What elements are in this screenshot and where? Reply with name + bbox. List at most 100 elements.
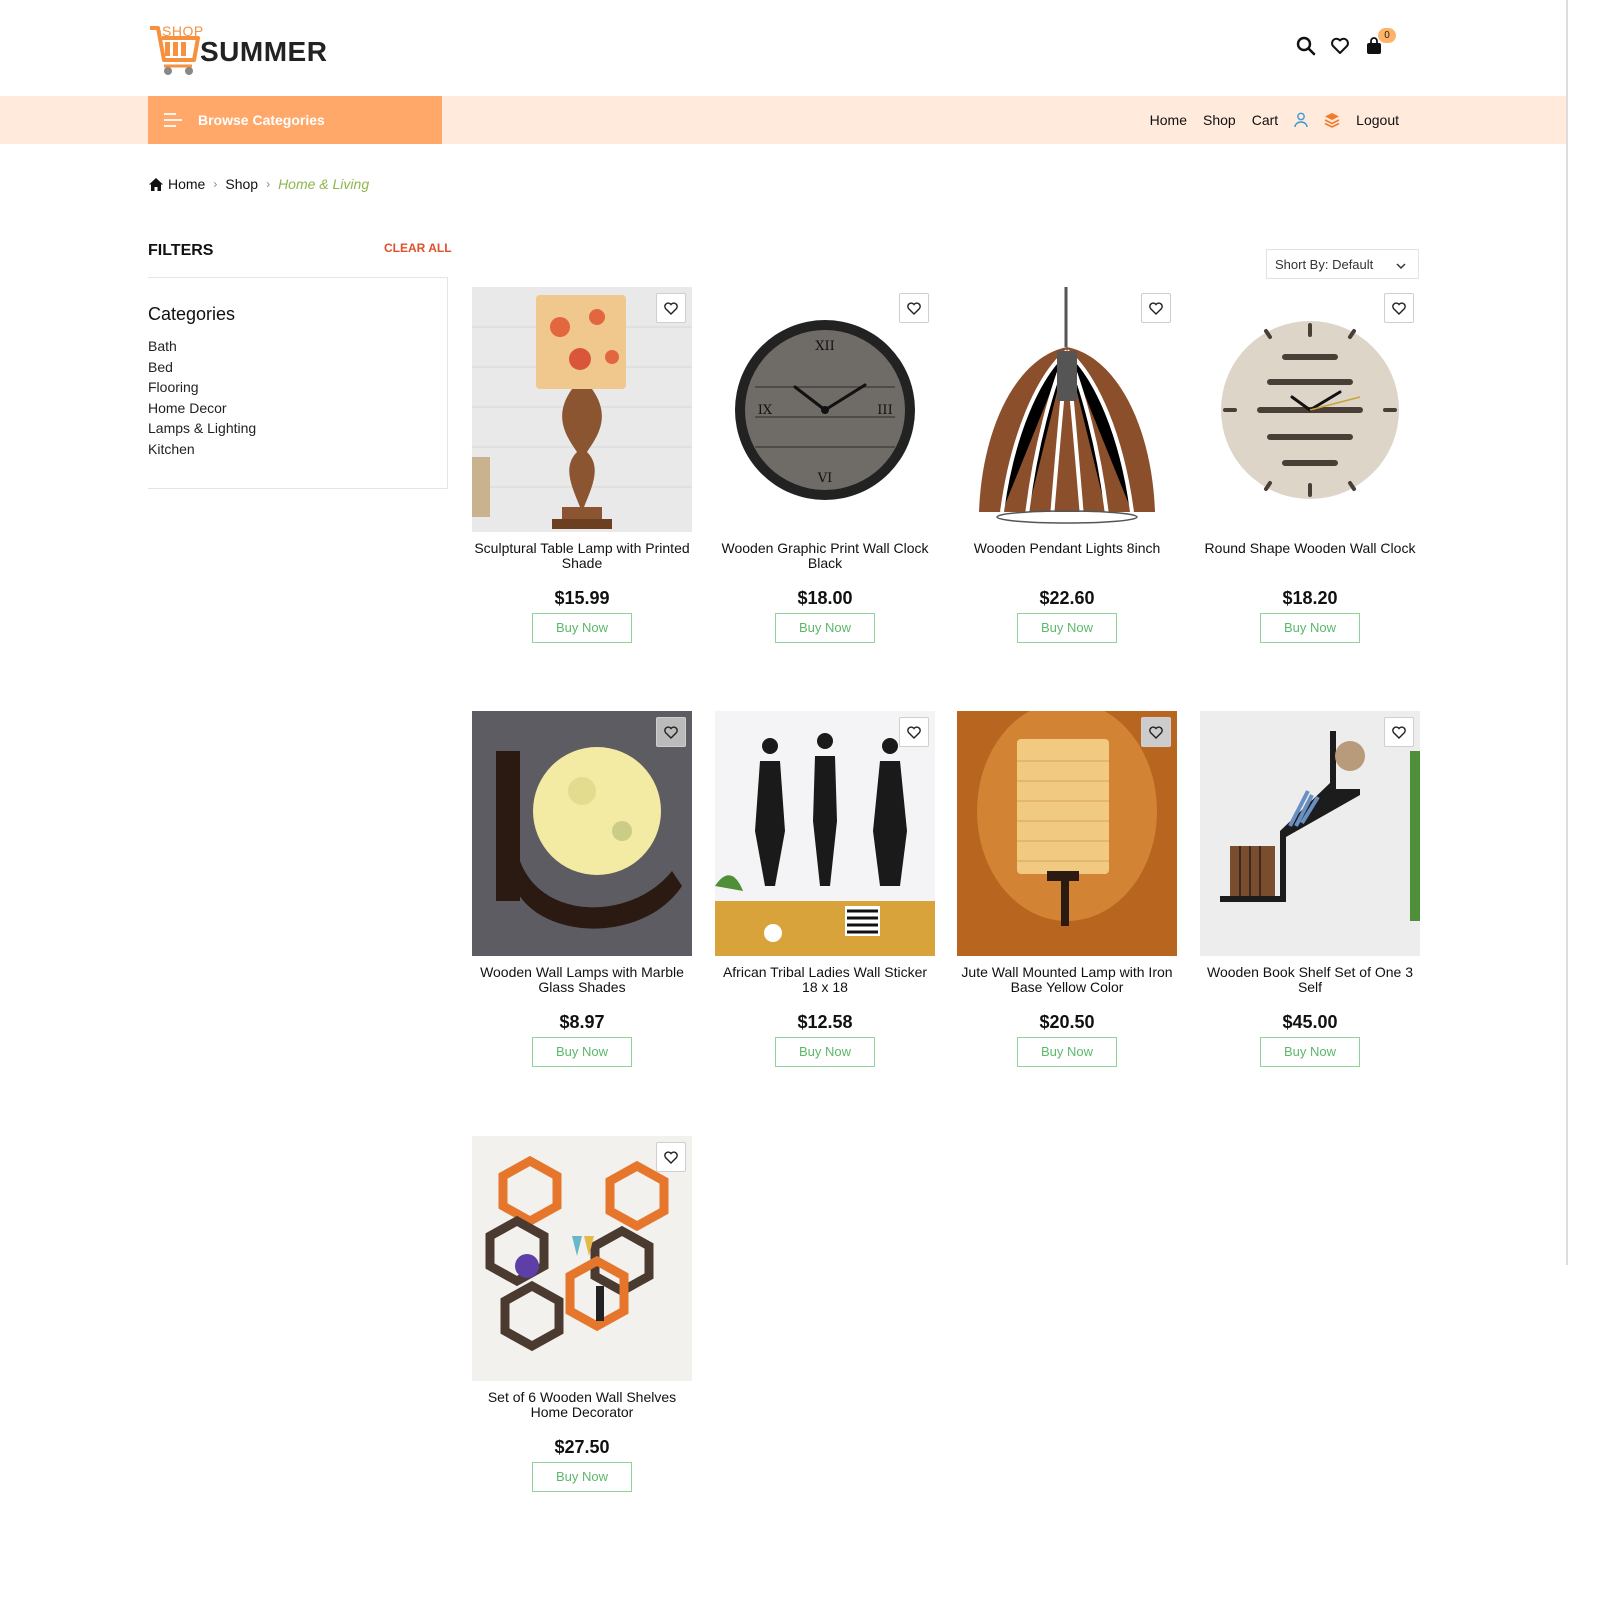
breadcrumb-home[interactable]: Home — [168, 176, 205, 192]
home-icon[interactable] — [148, 177, 164, 192]
product-card: XII III VI IX Wooden Graphic Print Wall Clo… — [715, 287, 935, 651]
product-image-marble-wall-lamp[interactable] — [472, 711, 692, 956]
svg-text:VI: VI — [817, 471, 833, 486]
breadcrumb-shop[interactable]: Shop — [225, 176, 258, 192]
product-card: Wooden Pendant Lights 8inch $22.60 Buy N… — [957, 287, 1177, 651]
product-name[interactable]: Set of 6 Wooden Wall Shelves Home Decora… — [472, 1390, 692, 1420]
heart-icon[interactable] — [899, 717, 929, 747]
shopping-cart-logo-icon: SHOP — [148, 22, 203, 76]
sort-label: Short By: Default — [1275, 256, 1374, 272]
logo-wordmark: SUMMER — [200, 36, 328, 67]
product-name[interactable]: Wooden Pendant Lights 8inch — [957, 541, 1177, 556]
product-price: $8.97 — [559, 1012, 605, 1032]
buy-now-button[interactable]: Buy Now — [1260, 613, 1360, 643]
product-image-graphic-wall-clock[interactable]: XII III VI IX — [715, 287, 935, 532]
scrollbar[interactable] — [1566, 0, 1568, 1265]
heart-icon[interactable] — [899, 293, 929, 323]
main-nav-bar: Browse Categories Home Shop Cart Logout — [0, 96, 1566, 144]
product-card: Wooden Book Shelf Set of One 3 Self $45.… — [1200, 711, 1420, 1075]
heart-icon[interactable] — [1384, 717, 1414, 747]
search-icon[interactable] — [1296, 36, 1316, 56]
logo[interactable]: SHOP SUMMER — [148, 20, 338, 76]
product-image-tribal-wall-sticker[interactable] — [715, 711, 935, 956]
user-icon[interactable] — [1294, 112, 1308, 128]
product-price: $15.99 — [554, 588, 610, 608]
product-image-book-shelf[interactable] — [1200, 711, 1420, 956]
heart-icon[interactable] — [1141, 717, 1171, 747]
nav-link-home[interactable]: Home — [1150, 112, 1187, 128]
product-image-table-lamp[interactable] — [472, 287, 692, 532]
category-item-flooring[interactable]: Flooring — [148, 377, 256, 398]
heart-icon[interactable] — [1141, 293, 1171, 323]
site-header: SHOP SUMMER 0 — [0, 0, 1566, 96]
product-price: $22.60 — [1039, 588, 1095, 608]
logo-shop-text: SHOP — [162, 23, 204, 39]
svg-text:XII: XII — [815, 339, 835, 354]
nav-link-shop[interactable]: Shop — [1203, 112, 1236, 128]
product-name[interactable]: Sculptural Table Lamp with Printed Shade — [472, 541, 692, 571]
categories-heading: Categories — [148, 304, 236, 324]
product-price: $18.20 — [1282, 588, 1338, 608]
product-card: African Tribal Ladies Wall Sticker 18 x … — [715, 711, 935, 1075]
category-list: Bath Bed Flooring Home Decor Lamps & Lig… — [148, 336, 256, 459]
chevron-right-icon: › — [213, 177, 218, 191]
category-item-lamps-lighting[interactable]: Lamps & Lighting — [148, 418, 256, 439]
category-item-bath[interactable]: Bath — [148, 336, 256, 357]
product-price: $12.58 — [797, 1012, 853, 1032]
product-name[interactable]: Wooden Graphic Print Wall Clock Black — [715, 541, 935, 571]
breadcrumb-current: Home & Living — [278, 176, 370, 192]
chevron-right-icon: › — [266, 177, 271, 191]
wishlist-heart-icon[interactable] — [1330, 36, 1350, 56]
layers-icon[interactable] — [1324, 112, 1340, 128]
chevron-down-icon — [1396, 259, 1406, 270]
browse-categories-button[interactable]: Browse Categories — [148, 96, 442, 144]
buy-now-button[interactable]: Buy Now — [1017, 613, 1117, 643]
heart-icon[interactable] — [656, 717, 686, 747]
product-image-hexagon-shelves[interactable] — [472, 1136, 692, 1381]
product-image-round-wall-clock[interactable] — [1200, 287, 1420, 532]
clear-all-button[interactable]: CLEAR ALL — [384, 241, 452, 255]
product-card: Jute Wall Mounted Lamp with Iron Base Ye… — [957, 711, 1177, 1075]
heart-icon[interactable] — [1384, 293, 1414, 323]
product-card: Round Shape Wooden Wall Clock $18.20 Buy… — [1200, 287, 1420, 651]
nav-link-logout[interactable]: Logout — [1356, 112, 1399, 128]
nav-link-cart[interactable]: Cart — [1252, 112, 1278, 128]
header-actions: 0 — [1296, 28, 1396, 56]
product-price: $18.00 — [797, 588, 853, 608]
product-card: Set of 6 Wooden Wall Shelves Home Decora… — [472, 1136, 692, 1500]
product-name[interactable]: Jute Wall Mounted Lamp with Iron Base Ye… — [957, 965, 1177, 995]
category-item-kitchen[interactable]: Kitchen — [148, 439, 256, 460]
svg-text:III: III — [877, 403, 892, 418]
shopping-bag-icon[interactable]: 0 — [1364, 28, 1396, 56]
filter-panel: Categories Bath Bed Flooring Home Decor … — [148, 277, 448, 489]
product-price: $20.50 — [1039, 1012, 1095, 1032]
product-name[interactable]: African Tribal Ladies Wall Sticker 18 x … — [715, 965, 935, 995]
heart-icon[interactable] — [656, 1142, 686, 1172]
category-item-home-decor[interactable]: Home Decor — [148, 398, 256, 419]
product-image-jute-wall-lamp[interactable] — [957, 711, 1177, 956]
sort-dropdown[interactable]: Short By: Default — [1266, 249, 1419, 279]
buy-now-button[interactable]: Buy Now — [1017, 1037, 1117, 1067]
product-image-pendant-light[interactable] — [957, 287, 1177, 532]
breadcrumb: Home › Shop › Home & Living — [148, 176, 369, 192]
browse-categories-label: Browse Categories — [198, 112, 325, 128]
svg-text:IX: IX — [758, 403, 773, 418]
buy-now-button[interactable]: Buy Now — [532, 1037, 632, 1067]
product-name[interactable]: Wooden Wall Lamps with Marble Glass Shad… — [472, 965, 692, 995]
product-name[interactable]: Round Shape Wooden Wall Clock — [1200, 541, 1420, 556]
filters-title: FILTERS — [148, 242, 214, 259]
buy-now-button[interactable]: Buy Now — [532, 1462, 632, 1492]
cart-count-badge: 0 — [1378, 28, 1396, 43]
category-item-bed[interactable]: Bed — [148, 357, 256, 378]
menu-icon — [164, 112, 182, 128]
buy-now-button[interactable]: Buy Now — [532, 613, 632, 643]
nav-links: Home Shop Cart Logout — [1150, 96, 1399, 144]
buy-now-button[interactable]: Buy Now — [775, 613, 875, 643]
product-card: Wooden Wall Lamps with Marble Glass Shad… — [472, 711, 692, 1075]
product-card: Sculptural Table Lamp with Printed Shade… — [472, 287, 692, 651]
heart-icon[interactable] — [656, 293, 686, 323]
product-name[interactable]: Wooden Book Shelf Set of One 3 Self — [1200, 965, 1420, 995]
product-price: $27.50 — [554, 1437, 610, 1457]
buy-now-button[interactable]: Buy Now — [1260, 1037, 1360, 1067]
buy-now-button[interactable]: Buy Now — [775, 1037, 875, 1067]
